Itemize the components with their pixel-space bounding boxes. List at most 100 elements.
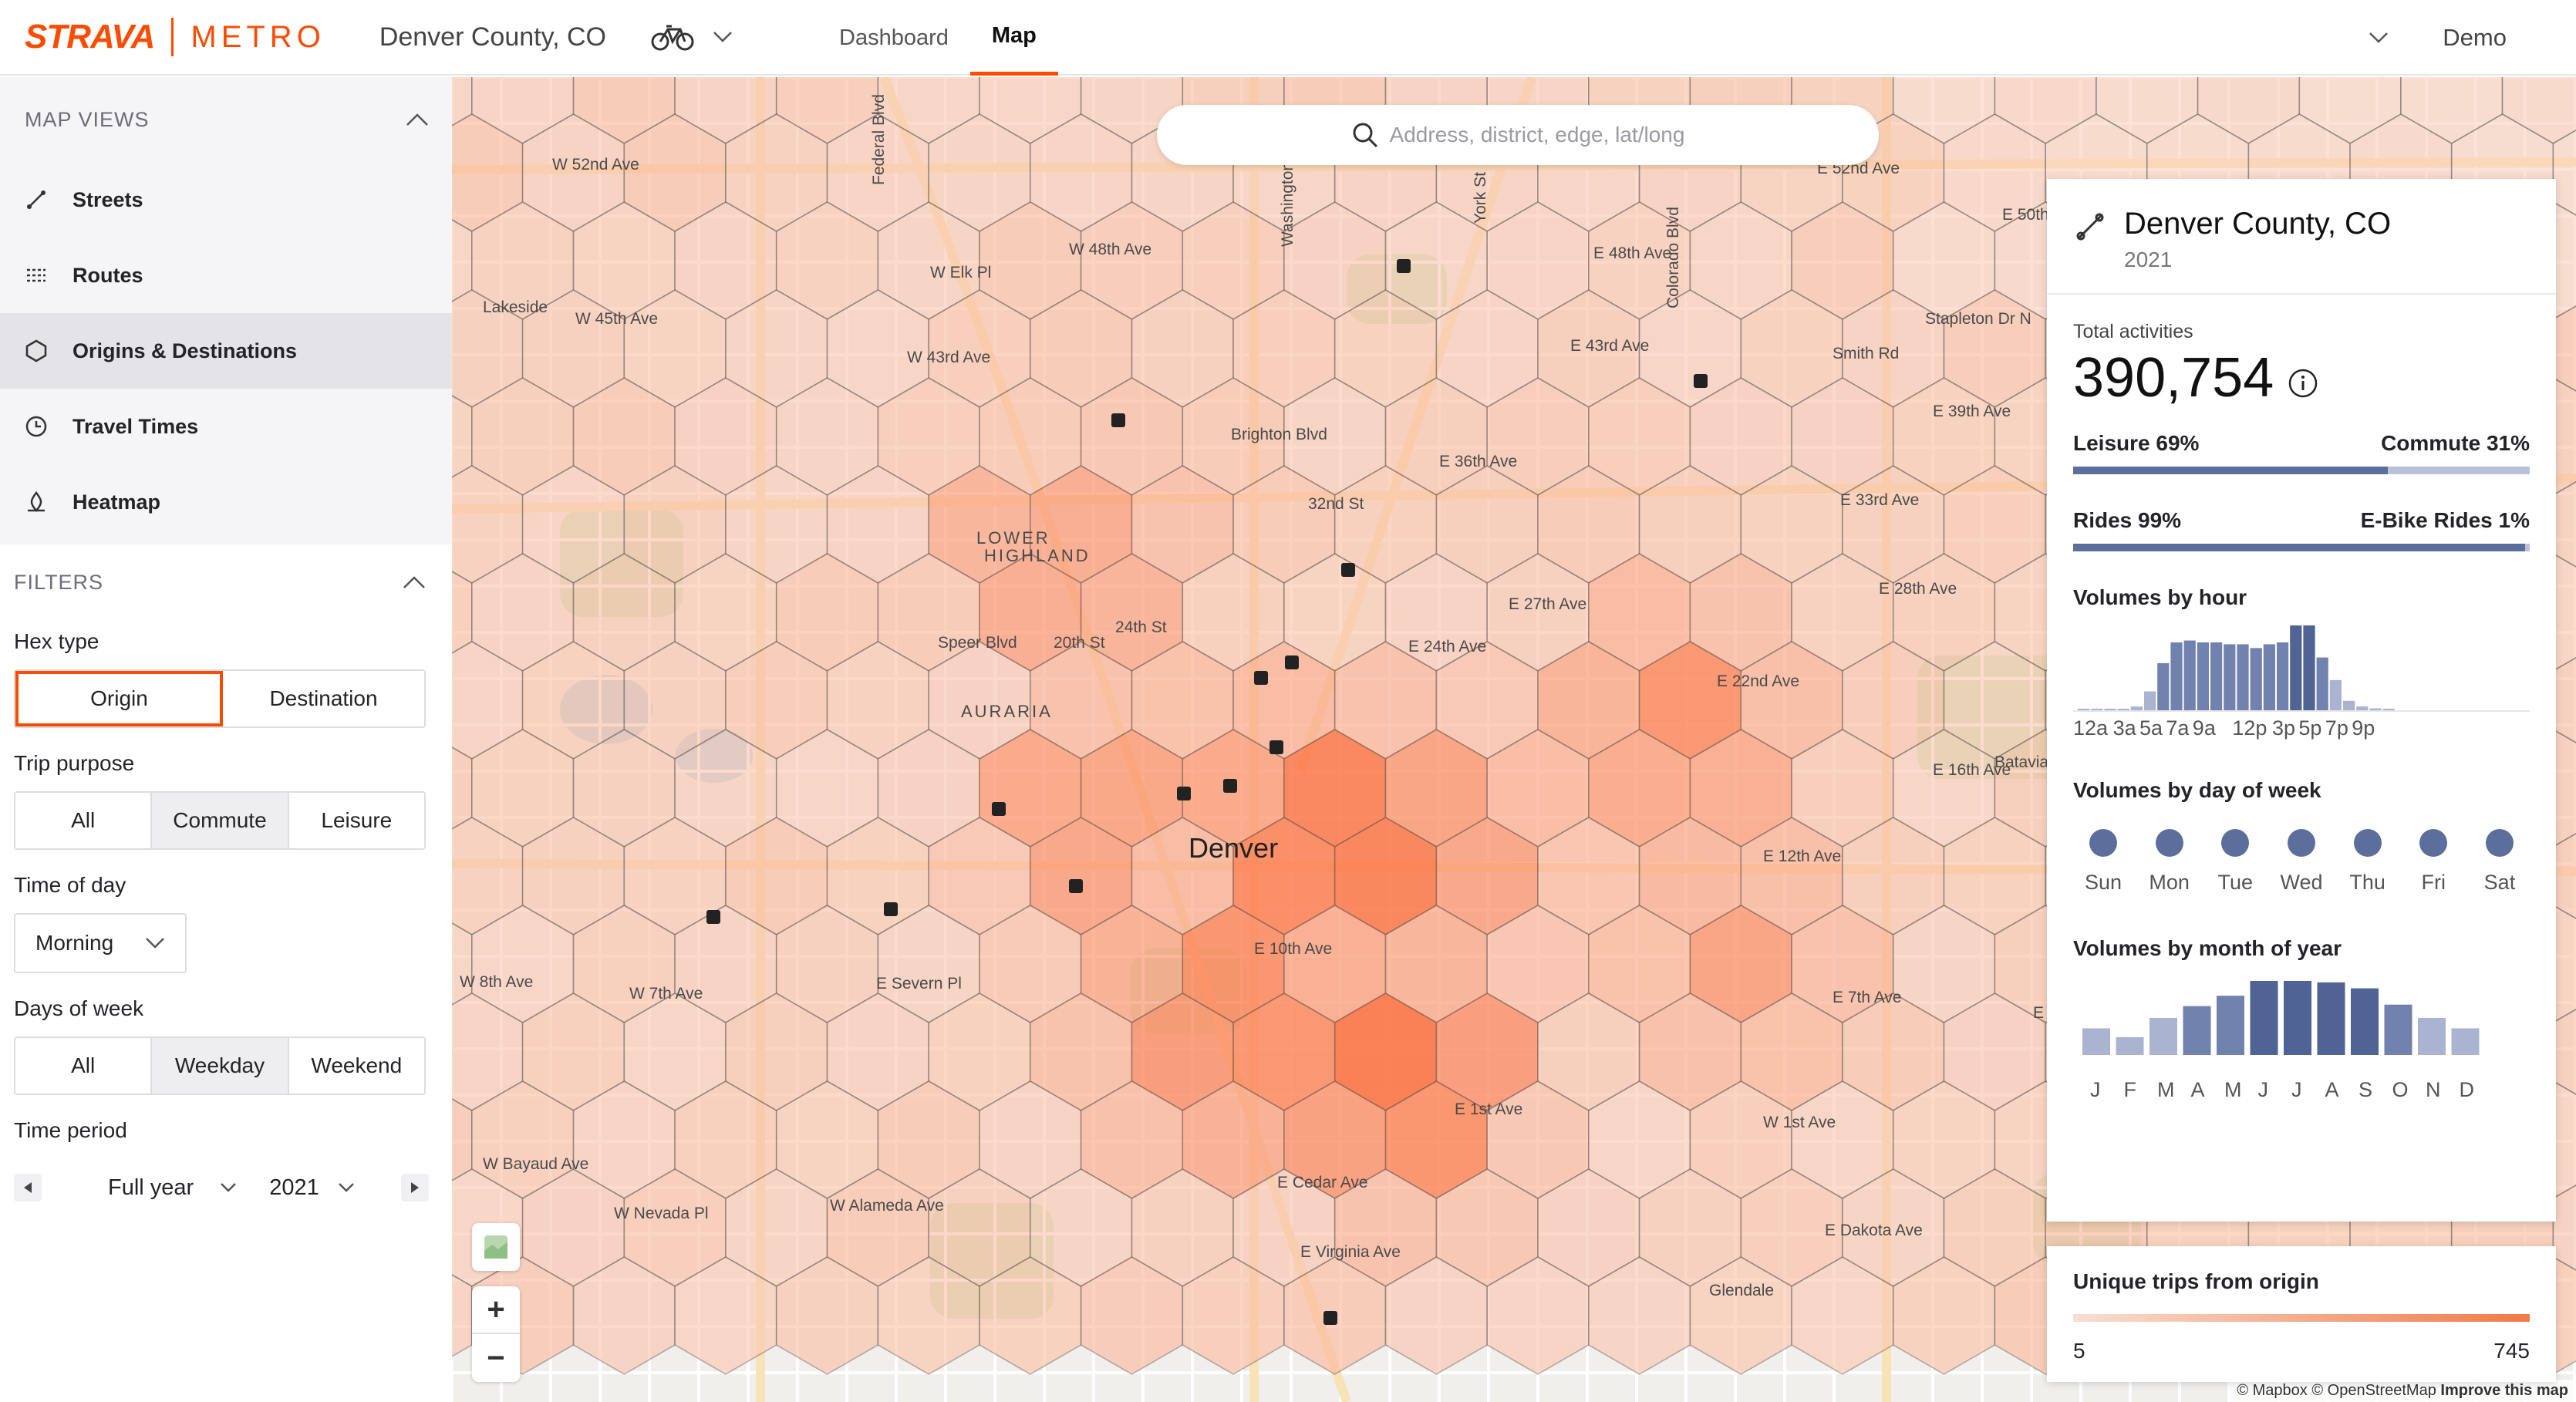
chevron-down-icon [338, 1183, 354, 1192]
map-search-bar[interactable]: Address, district, edge, lat/long [1157, 105, 1879, 165]
dow-item[interactable]: Fri [2406, 829, 2460, 895]
strava-metro-logo[interactable]: STRAVA METRO [25, 18, 325, 56]
chevron-up-icon[interactable] [403, 575, 426, 589]
transit-stop-icon[interactable] [1177, 787, 1191, 800]
month-bar[interactable] [2116, 1036, 2144, 1055]
user-menu[interactable]: Demo [2369, 0, 2507, 76]
tab-dashboard[interactable]: Dashboard [818, 0, 970, 76]
month-bar[interactable] [2250, 981, 2278, 1055]
hour-bar[interactable] [2290, 625, 2302, 710]
osm-attribution-link[interactable]: © OpenStreetMap [2311, 1382, 2436, 1399]
view-routes[interactable]: Routes [0, 238, 452, 313]
zoom-in-button[interactable]: + [472, 1286, 520, 1334]
period-select[interactable]: Full year [108, 1175, 237, 1201]
year-select[interactable]: 2021 [269, 1175, 355, 1201]
hour-bar[interactable] [2224, 644, 2236, 710]
hour-bar[interactable] [2369, 708, 2382, 710]
mapbox-attribution-link[interactable]: © Mapbox [2237, 1382, 2307, 1399]
view-heatmap[interactable]: Heatmap [0, 464, 452, 540]
hour-bar[interactable] [2091, 709, 2103, 710]
hour-bar[interactable] [2157, 662, 2170, 710]
hex-type-destination-button[interactable]: Destination [223, 671, 424, 726]
filters-header[interactable]: FILTERS [14, 544, 452, 620]
chevron-up-icon[interactable] [406, 113, 429, 126]
time-of-day-select[interactable]: Morning [14, 913, 187, 973]
transit-stop-icon[interactable] [1341, 563, 1355, 577]
month-bar[interactable] [2183, 1006, 2211, 1055]
hour-bar[interactable] [2170, 642, 2183, 710]
bicycle-icon[interactable] [651, 22, 694, 52]
hour-chart[interactable] [2073, 616, 2530, 716]
user-name[interactable]: Demo [2443, 24, 2507, 52]
month-bar[interactable] [2384, 1004, 2412, 1055]
transit-stop-icon[interactable] [1269, 740, 1283, 754]
hour-bar[interactable] [2263, 644, 2275, 710]
hour-bar[interactable] [2316, 657, 2328, 710]
hour-bar[interactable] [2382, 709, 2395, 710]
hour-bar[interactable] [2343, 700, 2355, 710]
month-bar[interactable] [2451, 1028, 2480, 1055]
month-bar[interactable] [2149, 1018, 2177, 1055]
month-bar[interactable] [2317, 982, 2345, 1055]
period-next-button[interactable] [400, 1174, 429, 1201]
days-all-button[interactable]: All [15, 1038, 153, 1094]
improve-map-link[interactable]: Improve this map [2440, 1382, 2568, 1399]
main-nav: Dashboard Map [818, 0, 1058, 76]
hour-bar[interactable] [2078, 709, 2090, 710]
hour-bar[interactable] [2329, 679, 2342, 710]
transit-stop-icon[interactable] [1285, 656, 1299, 669]
trip-purpose-commute-button[interactable]: Commute [152, 793, 289, 848]
dow-item[interactable]: Mon [2143, 829, 2197, 895]
hour-bar[interactable] [2210, 642, 2223, 710]
transit-stop-icon[interactable] [1694, 374, 1708, 388]
trip-purpose-leisure-button[interactable]: Leisure [288, 793, 424, 848]
month-bar[interactable] [2082, 1028, 2110, 1055]
hour-bar[interactable] [2197, 642, 2209, 710]
trip-purpose-all-button[interactable]: All [15, 793, 153, 848]
hour-bar[interactable] [2356, 706, 2369, 710]
transit-stop-icon[interactable] [1111, 413, 1125, 427]
transit-stop-icon[interactable] [1069, 879, 1083, 893]
view-streets[interactable]: Streets [0, 162, 452, 238]
view-travel-times[interactable]: Travel Times [0, 389, 452, 464]
tab-map[interactable]: Map [969, 0, 1058, 76]
period-prev-button[interactable] [14, 1174, 42, 1201]
chevron-down-icon[interactable] [713, 31, 733, 43]
month-bar[interactable] [2217, 996, 2244, 1055]
transit-stop-icon[interactable] [1223, 779, 1237, 793]
dow-item[interactable]: Wed [2274, 829, 2328, 895]
hour-bar[interactable] [2303, 625, 2315, 710]
transit-stop-icon[interactable] [884, 902, 898, 916]
map-style-button[interactable] [472, 1223, 520, 1271]
hour-bar[interactable] [2277, 642, 2289, 710]
hour-bar[interactable] [2104, 709, 2116, 710]
zoom-out-button[interactable]: − [472, 1334, 520, 1382]
hour-bar[interactable] [2117, 709, 2129, 710]
month-bar[interactable] [2284, 981, 2311, 1055]
transit-stop-icon[interactable] [992, 802, 1006, 816]
info-icon[interactable] [2288, 368, 2318, 399]
hour-bar[interactable] [2250, 648, 2262, 710]
dow-chart[interactable]: Sun Mon Tue Wed Thu Fri Sat [2073, 829, 2530, 895]
month-chart[interactable] [2073, 978, 2530, 1070]
hex-type-origin-button[interactable]: Origin [15, 671, 223, 726]
dow-item[interactable]: Thu [2341, 829, 2395, 895]
days-weekend-button[interactable]: Weekend [288, 1038, 424, 1094]
dow-item[interactable]: Sun [2076, 829, 2130, 895]
transit-stop-icon[interactable] [1323, 1311, 1337, 1325]
chevron-down-icon[interactable] [2369, 32, 2389, 44]
transit-stop-icon[interactable] [706, 910, 720, 924]
month-bar[interactable] [2418, 1018, 2446, 1055]
dow-item[interactable]: Sat [2473, 829, 2527, 895]
hour-bar[interactable] [2183, 640, 2196, 710]
hour-bar[interactable] [2144, 691, 2156, 710]
view-origins-destinations[interactable]: Origins & Destinations [0, 313, 452, 389]
hour-bar[interactable] [2237, 644, 2249, 710]
days-weekday-button[interactable]: Weekday [152, 1038, 289, 1094]
hour-bar[interactable] [2130, 706, 2143, 710]
map-views-header[interactable]: MAP VIEWS [0, 77, 452, 162]
transit-stop-icon[interactable] [1254, 671, 1268, 685]
transit-stop-icon[interactable] [1397, 259, 1411, 273]
month-bar[interactable] [2351, 988, 2379, 1055]
dow-item[interactable]: Tue [2208, 829, 2262, 895]
